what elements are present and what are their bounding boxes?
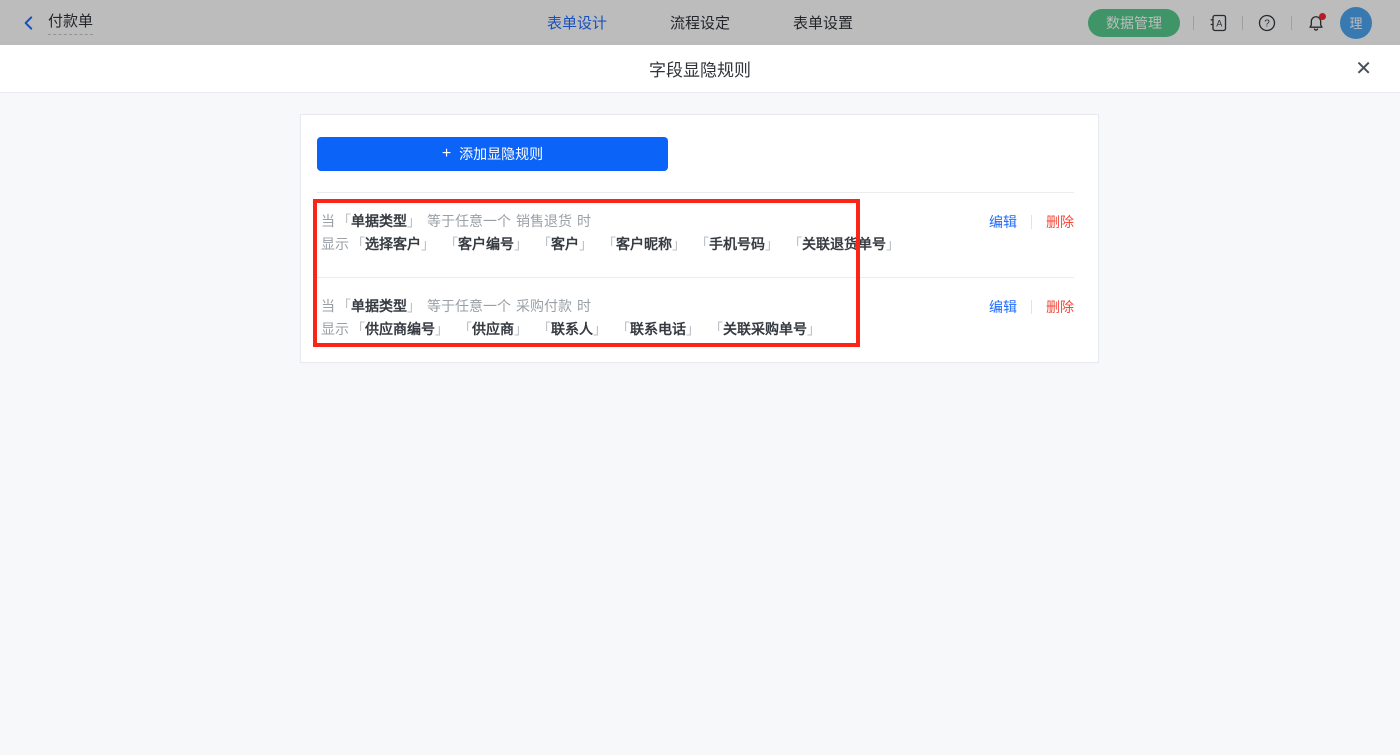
shown-field: 「关联退货单号」 bbox=[788, 233, 900, 256]
modal-title: 字段显隐规则 bbox=[649, 56, 751, 81]
shown-field: 「客户昵称」 bbox=[602, 233, 686, 256]
rule-item-2: 当「单据类型」等于任意一个采购付款时 显示「供应商编号」「供应商」「联系人」「联… bbox=[317, 277, 1074, 362]
modal-header: 字段显隐规则 ✕ bbox=[0, 45, 1400, 93]
bracket: 「 bbox=[337, 213, 351, 229]
rule-description: 当「单据类型」等于任意一个采购付款时 显示「供应商编号」「供应商」「联系人」「联… bbox=[317, 295, 989, 341]
shown-field: 「手机号码」 bbox=[695, 233, 779, 256]
when-suffix: 时 bbox=[577, 213, 591, 229]
operator: 等于任意一个 bbox=[427, 213, 511, 229]
action-divider bbox=[1031, 215, 1032, 229]
form-title[interactable]: 付款单 bbox=[48, 10, 93, 35]
shown-field: 「联系人」 bbox=[537, 318, 607, 341]
show-prefix: 显示 bbox=[321, 236, 349, 252]
shown-field: 「供应商编号」 bbox=[351, 318, 449, 341]
rule-show-line: 显示「供应商编号」「供应商」「联系人」「联系电话」「关联采购单号」 bbox=[321, 318, 989, 341]
delete-rule-link[interactable]: 删除 bbox=[1046, 297, 1074, 317]
modal-content: + 添加显隐规则 当「单据类型」等于任意一个销售退货时 显示「选择客户」「客户编… bbox=[0, 93, 1400, 755]
shown-field: 「客户」 bbox=[537, 233, 593, 256]
tab-process-settings[interactable]: 流程设定 bbox=[670, 12, 730, 33]
tab-form-settings[interactable]: 表单设置 bbox=[793, 12, 853, 33]
shown-fields: 「供应商编号」「供应商」「联系人」「联系电话」「关联采购单号」 bbox=[351, 321, 830, 337]
svg-text:?: ? bbox=[1264, 18, 1270, 29]
rule-show-line: 显示「选择客户」「客户编号」「客户」「客户昵称」「手机号码」「关联退货单号」 bbox=[321, 233, 989, 256]
help-icon[interactable]: ? bbox=[1256, 12, 1278, 34]
divider bbox=[1242, 16, 1243, 30]
shown-field: 「关联采购单号」 bbox=[709, 318, 821, 341]
shown-field: 「客户编号」 bbox=[444, 233, 528, 256]
rule-item-1: 当「单据类型」等于任意一个销售退货时 显示「选择客户」「客户编号」「客户」「客户… bbox=[317, 193, 1074, 277]
notification-dot bbox=[1319, 13, 1326, 20]
edit-rule-link[interactable]: 编辑 bbox=[989, 297, 1017, 317]
condition-value: 销售退货 bbox=[516, 213, 572, 229]
rule-actions: 编辑 删除 bbox=[989, 210, 1074, 232]
shown-field: 「选择客户」 bbox=[351, 233, 435, 256]
rule-condition-line: 当「单据类型」等于任意一个采购付款时 bbox=[321, 295, 989, 318]
edit-rule-link[interactable]: 编辑 bbox=[989, 212, 1017, 232]
when-prefix: 当 bbox=[321, 298, 335, 314]
svg-text:A: A bbox=[1216, 18, 1223, 28]
shown-fields: 「选择客户」「客户编号」「客户」「客户昵称」「手机号码」「关联退货单号」 bbox=[351, 236, 909, 252]
rule-condition-line: 当「单据类型」等于任意一个销售退货时 bbox=[321, 210, 989, 233]
bracket: 」 bbox=[407, 298, 421, 314]
condition-field: 单据类型 bbox=[351, 213, 407, 229]
delete-rule-link[interactable]: 删除 bbox=[1046, 212, 1074, 232]
topbar-right: 数据管理 A ? bbox=[1088, 7, 1400, 39]
topbar: 付款单 表单设计 流程设定 表单设置 数据管理 A ? bbox=[0, 0, 1400, 45]
bracket: 「 bbox=[337, 298, 351, 314]
divider bbox=[1291, 16, 1292, 30]
rules-card: + 添加显隐规则 当「单据类型」等于任意一个销售退货时 显示「选择客户」「客户编… bbox=[300, 114, 1099, 363]
close-icon[interactable]: ✕ bbox=[1351, 55, 1376, 83]
condition-field: 单据类型 bbox=[351, 298, 407, 314]
rule-actions: 编辑 删除 bbox=[989, 295, 1074, 317]
action-divider bbox=[1031, 300, 1032, 314]
show-prefix: 显示 bbox=[321, 321, 349, 337]
shown-field: 「联系电话」 bbox=[616, 318, 700, 341]
bell-icon[interactable] bbox=[1305, 12, 1327, 34]
tab-form-design[interactable]: 表单设计 bbox=[547, 12, 607, 33]
bracket: 」 bbox=[407, 213, 421, 229]
data-manage-button[interactable]: 数据管理 bbox=[1088, 9, 1180, 37]
contacts-icon[interactable]: A bbox=[1207, 12, 1229, 34]
rule-description: 当「单据类型」等于任意一个销售退货时 显示「选择客户」「客户编号」「客户」「客户… bbox=[317, 210, 989, 256]
divider bbox=[1193, 16, 1194, 30]
plus-icon: + bbox=[442, 146, 451, 162]
add-rule-button[interactable]: + 添加显隐规则 bbox=[317, 137, 668, 171]
add-rule-label: 添加显隐规则 bbox=[459, 144, 543, 164]
avatar[interactable]: 理 bbox=[1340, 7, 1372, 39]
topbar-left: 付款单 bbox=[0, 10, 93, 35]
topbar-tabs: 表单设计 流程设定 表单设置 bbox=[547, 0, 853, 45]
when-suffix: 时 bbox=[577, 298, 591, 314]
condition-value: 采购付款 bbox=[516, 298, 572, 314]
shown-field: 「供应商」 bbox=[458, 318, 528, 341]
page: 付款单 表单设计 流程设定 表单设置 数据管理 A ? bbox=[0, 0, 1400, 755]
back-icon[interactable] bbox=[20, 14, 38, 32]
when-prefix: 当 bbox=[321, 213, 335, 229]
operator: 等于任意一个 bbox=[427, 298, 511, 314]
